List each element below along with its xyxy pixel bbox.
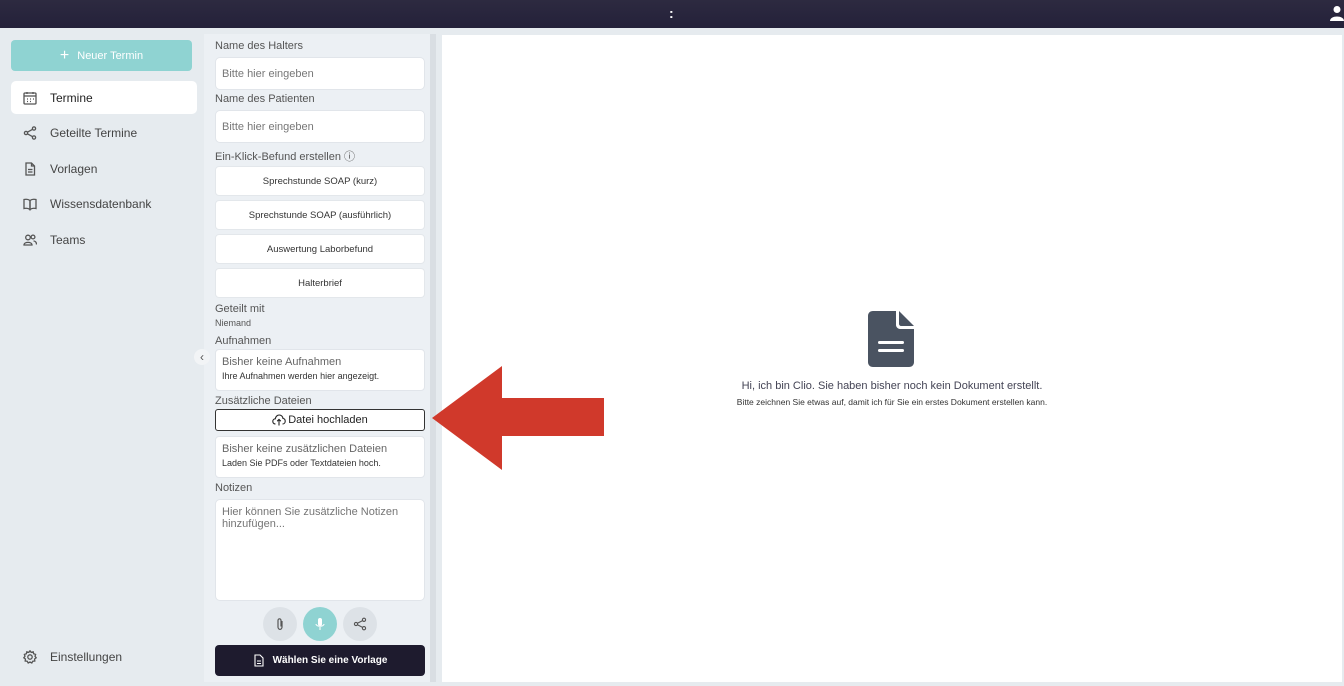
choose-template-label: Wählen Sie eine Vorlage <box>272 655 388 666</box>
top-bar: : <box>0 0 1344 28</box>
appointment-form: Name des Halters Bitte hier eingeben Nam… <box>204 34 430 682</box>
arrow-left-icon <box>432 366 604 470</box>
template-button-lab-report[interactable]: Auswertung Laborbefund <box>215 234 425 264</box>
sidebar-item-label: Geteilte Termine <box>50 125 138 140</box>
document-icon <box>254 654 264 667</box>
record-button[interactable] <box>303 607 337 641</box>
calendar-icon <box>23 91 37 105</box>
document-icon <box>868 311 914 367</box>
menu-dots-icon[interactable]: : <box>669 5 674 21</box>
document-area: Hi, ich bin Clio. Sie haben bisher noch … <box>442 35 1342 682</box>
upload-file-button[interactable]: Datei hochladen <box>215 409 425 431</box>
microphone-icon <box>315 618 325 630</box>
share-button[interactable] <box>343 607 377 641</box>
attach-button[interactable] <box>263 607 297 641</box>
share-icon <box>23 125 37 140</box>
cloud-upload-icon <box>272 414 286 426</box>
recordings-empty-text: Ihre Aufnahmen werden hier angezeigt. <box>222 371 380 381</box>
patient-label: Name des Patienten <box>215 93 315 105</box>
notes-label: Notizen <box>215 482 253 494</box>
template-button-owner-letter[interactable]: Halterbrief <box>215 268 425 298</box>
sidebar-item-vorlagen[interactable]: Vorlagen <box>11 152 197 185</box>
sidebar-item-label: Teams <box>50 232 86 247</box>
recordings-empty-title: Bisher keine Aufnahmen <box>222 356 342 368</box>
sidebar-item-teams[interactable]: Teams <box>11 223 197 256</box>
files-empty-box: Bisher keine zusätzlichen Dateien Laden … <box>215 436 425 478</box>
collapse-sidebar-button[interactable]: ‹ <box>194 349 210 365</box>
sidebar-item-geteilte-termine[interactable]: Geteilte Termine <box>11 116 197 149</box>
recordings-empty-box: Bisher keine Aufnahmen Ihre Aufnahmen we… <box>215 349 425 391</box>
sidebar: + Neuer Termin Termine Geteilte Termine … <box>4 34 204 682</box>
sidebar-item-label: Wissensdatenbank <box>50 196 152 211</box>
new-appointment-label: Neuer Termin <box>77 49 144 62</box>
sidebar-item-termine[interactable]: Termine <box>11 81 197 114</box>
sidebar-item-settings[interactable]: Einstellungen <box>11 640 197 673</box>
patient-name-input[interactable]: Bitte hier eingeben <box>215 110 425 143</box>
notes-textarea[interactable] <box>215 499 425 601</box>
template-button-soap-short[interactable]: Sprechstunde SOAP (kurz) <box>215 166 425 196</box>
sidebar-item-wissensdatenbank[interactable]: Wissensdatenbank <box>11 187 197 220</box>
recordings-label: Aufnahmen <box>215 335 272 347</box>
document-icon <box>25 161 36 176</box>
shared-value: Niemand <box>215 318 252 328</box>
oneclick-label: Ein-Klick-Befund erstellen ⓘ <box>215 151 356 163</box>
chevron-left-icon: ‹ <box>200 350 204 364</box>
user-icon[interactable] <box>1330 5 1344 21</box>
scrollbar[interactable] <box>430 34 436 682</box>
paperclip-icon <box>277 618 283 631</box>
files-empty-title: Bisher keine zusätzlichen Dateien <box>222 443 388 455</box>
book-icon <box>23 198 37 211</box>
sidebar-item-label: Vorlagen <box>50 161 98 176</box>
plus-icon: + <box>59 46 70 64</box>
files-empty-text: Laden Sie PDFs oder Textdateien hoch. <box>222 458 381 468</box>
sidebar-item-label: Einstellungen <box>50 649 123 664</box>
shared-label: Geteilt mit <box>215 303 265 315</box>
owner-label: Name des Halters <box>215 40 304 52</box>
template-button-soap-long[interactable]: Sprechstunde SOAP (ausführlich) <box>215 200 425 230</box>
share-icon <box>353 617 367 631</box>
sidebar-item-label: Termine <box>50 90 93 105</box>
choose-template-button[interactable]: Wählen Sie eine Vorlage <box>215 645 425 676</box>
users-icon <box>23 233 37 246</box>
files-label: Zusätzliche Dateien <box>215 395 312 407</box>
owner-name-input[interactable]: Bitte hier eingeben <box>215 57 425 90</box>
upload-file-label: Datei hochladen <box>288 414 368 426</box>
new-appointment-button[interactable]: + Neuer Termin <box>11 40 192 71</box>
gear-icon <box>23 649 37 664</box>
